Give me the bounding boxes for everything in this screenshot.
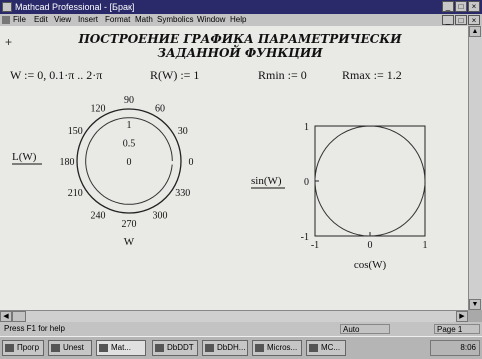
doc-restore-button[interactable]: □ [455,15,467,25]
app-icon [51,344,60,352]
polar-angle-tick-label: 60 [155,103,165,114]
app-icon [155,344,164,352]
r-function-definition[interactable]: R(W) := 1 [150,68,199,83]
polar-radial-tick-label: 1 [127,120,132,131]
polar-angle-tick-label: 90 [124,95,134,106]
heading-line-2[interactable]: ЗАДАННОЙ ФУНКЦИИ [40,46,440,60]
vertical-scrollbar[interactable]: ▲ ▼ [468,26,482,310]
taskbar-item-mathcad[interactable]: Mat... [96,340,146,356]
polar-angle-tick-label: 120 [91,103,106,114]
menu-format[interactable]: Format [105,14,130,26]
scroll-thumb[interactable] [12,311,26,322]
polar-angle-tick-label: 150 [68,126,83,137]
polar-angle-tick-label: 240 [91,211,106,222]
window-title: Mathcad Professional - [Брак] [15,2,135,12]
mathcad-app-icon[interactable] [2,2,12,12]
taskbar-item-6[interactable]: Micros... [252,340,302,356]
scroll-down-arrow-icon[interactable]: ▼ [469,299,481,310]
polar-radial-tick-label: 0 [127,157,132,168]
menu-math[interactable]: Math [135,14,153,26]
clock: 8:06 [460,343,476,352]
heading-line-1[interactable]: ПОСТРОЕНИЕ ГРАФИКА ПАРАМЕТРИЧЕСКИ [40,32,440,46]
taskbar-label: Mat... [111,343,132,352]
worksheet[interactable]: + ПОСТРОЕНИЕ ГРАФИКА ПАРАМЕТРИЧЕСКИ ЗАДА… [0,26,468,310]
polar-angle-tick-label: 330 [175,188,190,199]
xy-y-tick-label: -1 [301,232,309,243]
xy-x-tick-label: 1 [423,240,428,251]
app-icon [309,344,318,352]
doc-minimize-button[interactable]: _ [442,15,454,25]
polar-angle-tick-label: 0 [189,157,194,168]
title-bar: Mathcad Professional - [Брак] _ □ × [0,0,482,14]
polar-angle-tick-label: 270 [122,219,137,230]
taskbar-label: Прогр [17,343,40,352]
taskbar-label: Micros... [267,343,298,352]
xy-y-tick-label: 0 [304,177,309,188]
xy-y-tick-label: 1 [304,122,309,133]
polar-plot[interactable]: L(W) W 1 0.5 0 0 30 60 90 120 150 180 210 240 270 300… [0,86,230,246]
scroll-left-arrow-icon[interactable]: ◀ [0,311,12,322]
polar-ylabel: L(W) [12,151,37,163]
xy-trace [314,125,426,237]
horizontal-scrollbar[interactable]: ◀ ▶ [0,310,468,322]
taskbar-label: DbDH... [217,343,246,352]
polar-angle-tick-label: 180 [60,157,75,168]
status-page: Page 1 [434,324,480,334]
taskbar-label: Unest [63,343,84,352]
taskbar-item-4[interactable]: DbDDT [152,340,198,356]
scroll-up-arrow-icon[interactable]: ▲ [469,26,481,37]
rmin-definition[interactable]: Rmin := 0 [258,68,307,83]
scroll-right-arrow-icon[interactable]: ▶ [456,311,468,322]
polar-xlabel: W [124,236,135,246]
taskbar-item-7[interactable]: MC... [306,340,346,356]
w-range-definition[interactable]: W := 0, 0.1·π .. 2·π [10,68,102,83]
taskbar: Прогр Unest Mat... DbDDT DbDH... Micros.… [0,336,482,359]
polar-angle-tick-label: 30 [178,126,188,137]
menu-help[interactable]: Help [230,14,246,26]
taskbar-item-start[interactable]: Прогр [2,340,44,356]
close-button[interactable]: × [468,1,480,12]
menu-symbolics[interactable]: Symbolics [157,14,193,26]
taskbar-label: DbDDT [167,343,194,352]
rmax-definition[interactable]: Rmax := 1.2 [342,68,402,83]
menu-edit[interactable]: Edit [34,14,48,26]
status-bar: Press F1 for help Auto Page 1 [0,322,482,336]
taskbar-item-5[interactable]: DbDH... [202,340,248,356]
status-calc-mode: Auto [340,324,390,334]
doc-close-button[interactable]: × [468,15,480,25]
maximize-button[interactable]: □ [455,1,467,12]
parametric-plot[interactable]: sin(W) cos(W) -1 0 1 1 0 -1 [245,110,468,270]
xy-x-tick-label: -1 [311,240,319,251]
crosshair-cursor: + [5,35,13,49]
menu-file[interactable]: File [13,14,26,26]
mathcad-icon [99,344,108,352]
xy-x-tick-label: 0 [368,240,373,251]
xy-ylabel: sin(W) [251,175,282,187]
status-help-text: Press F1 for help [4,324,65,333]
menu-bar: File Edit View Insert Format Math Symbol… [0,14,482,26]
taskbar-label: MC... [321,343,341,352]
xy-xlabel: cos(W) [354,259,387,270]
windows-logo-icon [5,344,14,352]
menu-insert[interactable]: Insert [78,14,98,26]
app-icon [205,344,214,352]
document-icon[interactable] [2,16,10,24]
taskbar-item-2[interactable]: Unest [48,340,92,356]
menu-window[interactable]: Window [197,14,225,26]
minimize-button[interactable]: _ [442,1,454,12]
app-icon [255,344,264,352]
polar-angle-tick-label: 210 [68,188,83,199]
menu-view[interactable]: View [54,14,71,26]
system-tray[interactable]: 8:06 [430,340,480,356]
polar-angle-tick-label: 300 [153,211,168,222]
polar-radial-tick-label: 0.5 [123,139,136,150]
